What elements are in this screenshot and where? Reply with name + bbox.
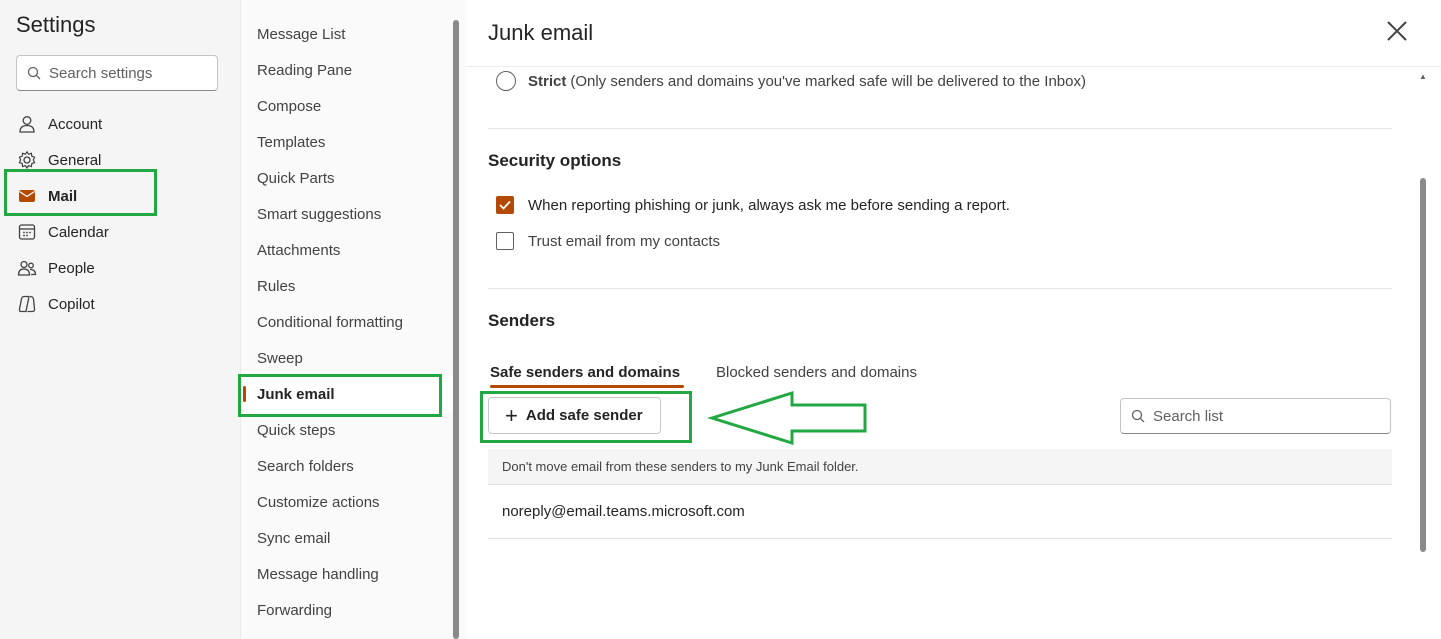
- strict-radio[interactable]: [496, 71, 516, 91]
- search-settings-input[interactable]: [49, 64, 209, 82]
- divider: [488, 288, 1392, 289]
- safe-sender-row[interactable]: noreply@email.teams.microsoft.com: [488, 485, 1392, 539]
- mail-settings-list: Message List Reading Pane Compose Templa…: [241, 16, 453, 628]
- mail-menu-item[interactable]: Smart suggestions: [241, 196, 453, 232]
- nav-item-label: Copilot: [48, 295, 95, 313]
- tab-safe-senders[interactable]: Safe senders and domains: [490, 358, 685, 388]
- annotation-arrow-icon: [706, 390, 867, 446]
- close-icon: [1387, 21, 1407, 41]
- calendar-icon: [16, 221, 38, 243]
- nav-item-account[interactable]: Account: [0, 106, 240, 142]
- panel-title: Junk email: [488, 20, 594, 45]
- search-icon: [27, 66, 41, 80]
- panel-scrollbar[interactable]: [1420, 178, 1426, 552]
- mail-menu-item[interactable]: Message List: [241, 16, 453, 52]
- settings-title: Settings: [16, 12, 96, 37]
- search-list-box[interactable]: [1120, 398, 1391, 434]
- trust-contacts-checkbox[interactable]: [496, 232, 514, 250]
- close-button[interactable]: [1382, 16, 1412, 46]
- report-ask-label: When reporting phishing or junk, always …: [528, 196, 1010, 214]
- menu-scrollbar[interactable]: [453, 20, 459, 639]
- security-option-trust[interactable]: Trust email from my contacts: [496, 232, 720, 250]
- search-settings-box[interactable]: [16, 55, 218, 91]
- nav-item-copilot[interactable]: Copilot: [0, 286, 240, 322]
- trust-contacts-label: Trust email from my contacts: [528, 232, 720, 250]
- mail-menu-item[interactable]: Quick steps: [241, 412, 453, 448]
- search-list-input[interactable]: [1153, 407, 1373, 425]
- nav-item-people[interactable]: People: [0, 250, 240, 286]
- title-divider: [466, 66, 1441, 67]
- mail-menu-item[interactable]: Message handling: [241, 556, 453, 592]
- gear-icon: [16, 149, 38, 171]
- mail-menu-item[interactable]: Customize actions: [241, 484, 453, 520]
- search-icon: [1131, 409, 1145, 423]
- annotation-highlight-mail: [4, 169, 157, 216]
- scroll-up-arrow-icon[interactable]: ▲: [1419, 72, 1427, 81]
- security-options-heading: Security options: [488, 151, 622, 170]
- checkmark-icon: [499, 200, 511, 210]
- copilot-icon: [16, 293, 38, 315]
- mail-menu-item[interactable]: Quick Parts: [241, 160, 453, 196]
- security-option-report[interactable]: When reporting phishing or junk, always …: [496, 196, 1010, 214]
- tab-blocked-senders[interactable]: Blocked senders and domains: [716, 358, 917, 386]
- nav-item-label: General: [48, 151, 102, 169]
- nav-item-label: People: [48, 259, 95, 277]
- mail-menu-item[interactable]: Conditional formatting: [241, 304, 453, 340]
- annotation-highlight-add-safe-sender: [480, 391, 692, 443]
- nav-item-calendar[interactable]: Calendar: [0, 214, 240, 250]
- mail-menu-item[interactable]: Compose: [241, 88, 453, 124]
- strict-label: Strict: [528, 72, 567, 90]
- junk-email-panel: Junk email ▲ Strict (Only senders and do…: [466, 0, 1441, 639]
- senders-heading: Senders: [488, 311, 556, 330]
- report-ask-checkbox[interactable]: [496, 196, 514, 214]
- mail-menu-item[interactable]: Attachments: [241, 232, 453, 268]
- mail-menu-item[interactable]: Sync email: [241, 520, 453, 556]
- settings-nav-pane: Settings Account General Mail: [0, 0, 240, 639]
- mail-menu-item[interactable]: Reading Pane: [241, 52, 453, 88]
- mail-menu-item[interactable]: Templates: [241, 124, 453, 160]
- people-icon: [16, 257, 38, 279]
- mail-menu-item[interactable]: Rules: [241, 268, 453, 304]
- mail-settings-menu: Message List Reading Pane Compose Templa…: [240, 0, 466, 639]
- person-icon: [16, 113, 38, 135]
- mail-menu-item[interactable]: Forwarding: [241, 592, 453, 628]
- safe-senders-list-header: Don't move email from these senders to m…: [488, 449, 1392, 485]
- strict-description: (Only senders and domains you've marked …: [570, 72, 1086, 90]
- mail-menu-item[interactable]: Search folders: [241, 448, 453, 484]
- divider: [488, 128, 1392, 129]
- annotation-highlight-junk-email: [238, 374, 442, 417]
- strict-option[interactable]: Strict (Only senders and domains you've …: [496, 71, 1086, 91]
- nav-item-label: Account: [48, 115, 103, 133]
- mail-menu-item[interactable]: Sweep: [241, 340, 453, 376]
- nav-item-label: Calendar: [48, 223, 109, 241]
